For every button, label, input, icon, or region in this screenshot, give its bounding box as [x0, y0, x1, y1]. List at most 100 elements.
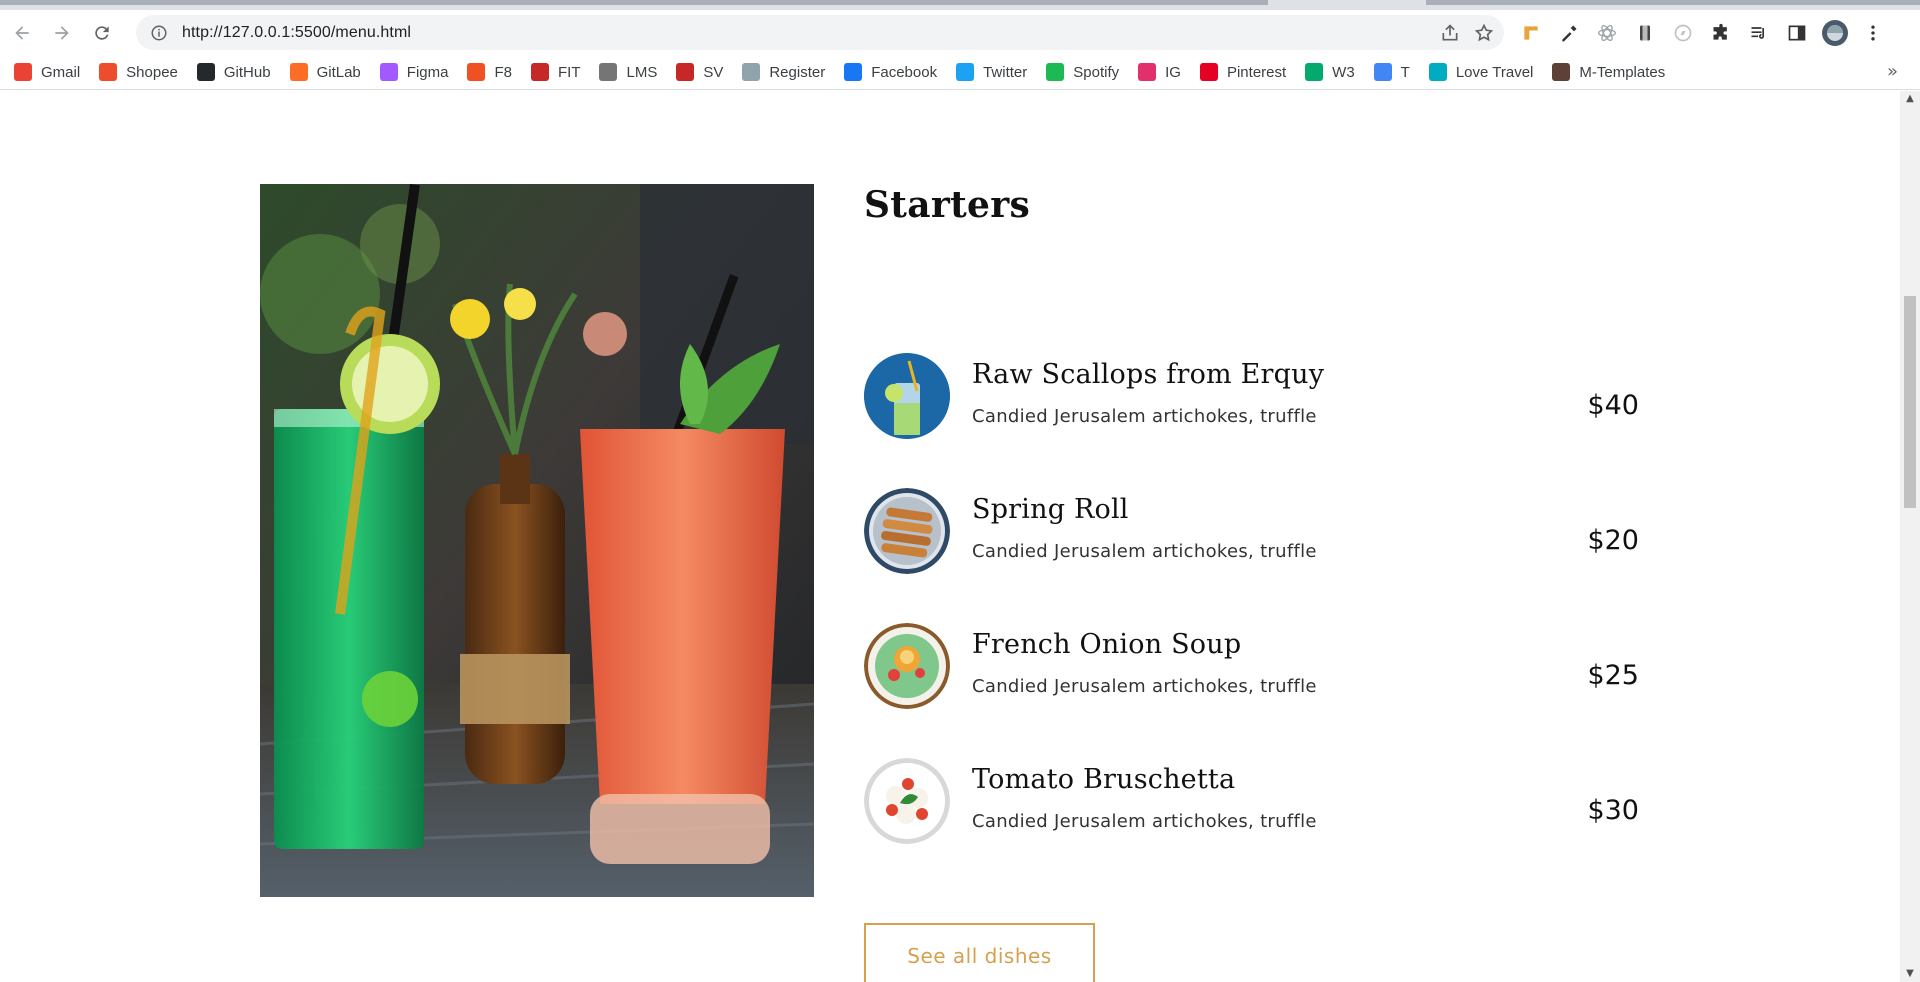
bookmark-gitlab[interactable]: GitLab — [289, 58, 361, 86]
more-bookmarks-button[interactable]: » — [1887, 61, 1898, 82]
spotify-icon — [1046, 63, 1065, 81]
gitlab-icon — [289, 63, 308, 81]
dish-price: $40 — [1587, 390, 1639, 421]
bookmark-label: GitLab — [316, 63, 361, 81]
w3-icon — [1305, 63, 1324, 81]
dish-description: Candied Jerusalem artichokes, truffle — [972, 811, 1317, 832]
caprese-plate-image — [864, 758, 950, 844]
bookmark-ig[interactable]: IG — [1138, 58, 1181, 86]
bookmark-label: FIT — [557, 63, 581, 81]
bookmark-facebook[interactable]: Facebook — [844, 58, 937, 86]
dish-name: French Onion Soup — [972, 629, 1242, 660]
sv-icon — [676, 63, 695, 81]
bookmark-github[interactable]: GitHub — [196, 58, 271, 86]
bookmark-label: Register — [769, 63, 826, 81]
bookmark-label: GitHub — [223, 63, 271, 81]
bookmark-label: Spotify — [1073, 63, 1120, 81]
extension-eyedropper-icon[interactable] — [1550, 14, 1588, 52]
facebook-icon — [844, 63, 863, 81]
extensions-area — [1512, 10, 1892, 55]
gmail-icon — [14, 63, 32, 81]
scrollbar-thumb[interactable] — [1904, 296, 1916, 508]
menu-item[interactable]: Tomato Bruschetta Candied Jerusalem arti… — [864, 758, 1639, 858]
bookmark-w3[interactable]: W3 — [1305, 58, 1355, 86]
bookmark-label: F8 — [494, 63, 512, 81]
extension-ruler-icon[interactable] — [1512, 14, 1550, 52]
bookmark-register[interactable]: Register — [742, 58, 825, 86]
bookmark-gmail[interactable]: Gmail — [14, 58, 80, 86]
active-tab-edge[interactable] — [0, 0, 1268, 5]
dish-price: $25 — [1587, 660, 1639, 691]
back-button[interactable] — [4, 15, 40, 51]
bookmark-label: Pinterest — [1226, 63, 1287, 81]
dish-name: Spring Roll — [972, 494, 1129, 525]
page-scrollbar[interactable]: ▲ ▼ — [1900, 91, 1920, 982]
bookmark-spotify[interactable]: Spotify — [1046, 58, 1119, 86]
bookmark-label: W3 — [1332, 63, 1355, 81]
bookmark-sv[interactable]: SV — [676, 58, 723, 86]
reload-button[interactable] — [84, 15, 120, 51]
reload-icon — [95, 25, 109, 40]
tab-strip — [0, 0, 1920, 10]
bookmark-f8[interactable]: F8 — [467, 58, 512, 86]
menu-item[interactable]: French Onion Soup Candied Jerusalem arti… — [864, 623, 1639, 723]
bookmarks-bar: Gmail Shopee GitHub GitLab Figma F8 FIT LMS SV Re… — [0, 55, 1920, 90]
dish-thumbnail — [864, 623, 950, 709]
bookmark-label: T — [1400, 63, 1410, 81]
bookmark-label: SV — [703, 63, 724, 81]
bookmark-figma[interactable]: Figma — [379, 58, 449, 86]
twitter-icon — [956, 63, 975, 81]
bookmark-m-templates[interactable]: M-Templates — [1552, 58, 1665, 86]
lms-icon — [599, 63, 618, 81]
mojito-image — [864, 353, 950, 439]
see-all-dishes-button[interactable]: See all dishes — [864, 923, 1095, 982]
bookmark-twitter[interactable]: Twitter — [956, 58, 1027, 86]
url-text[interactable]: http://127.0.0.1:5500/menu.html — [182, 24, 411, 42]
menu-item[interactable]: Raw Scallops from Erquy Candied Jerusale… — [864, 353, 1639, 453]
love-travel-icon — [1428, 63, 1447, 81]
bookmark-label: Twitter — [983, 63, 1028, 81]
github-icon — [196, 63, 215, 81]
address-bar[interactable]: http://127.0.0.1:5500/menu.html — [136, 15, 1504, 50]
bookmark-t[interactable]: T — [1373, 58, 1410, 86]
extension-dark-icon[interactable] — [1626, 14, 1664, 52]
extension-compass-icon[interactable] — [1664, 14, 1702, 52]
profile-avatar[interactable] — [1816, 14, 1854, 52]
inactive-tab-edge[interactable] — [1426, 0, 1920, 5]
spring-rolls-image — [864, 488, 950, 574]
bookmark-label: Love Travel — [1455, 63, 1534, 81]
instagram-icon — [1138, 63, 1157, 81]
bookmark-pinterest[interactable]: Pinterest — [1199, 58, 1287, 86]
scroll-up-arrow-icon[interactable]: ▲ — [1905, 94, 1915, 104]
bookmark-label: M-Templates — [1579, 63, 1666, 81]
bookmark-love-travel[interactable]: Love Travel — [1428, 58, 1534, 86]
menu-item[interactable]: Spring Roll Candied Jerusalem artichokes… — [864, 488, 1639, 588]
extensions-puzzle-icon[interactable] — [1702, 14, 1740, 52]
bookmark-fit[interactable]: FIT — [530, 58, 581, 86]
salad-plate-image — [864, 623, 950, 709]
dish-price: $20 — [1587, 525, 1639, 556]
reading-list-icon[interactable] — [1740, 14, 1778, 52]
bookmark-lms[interactable]: LMS — [599, 58, 657, 86]
share-icon[interactable] — [1438, 21, 1462, 45]
bookmark-star-icon[interactable] — [1472, 21, 1496, 45]
shopee-icon — [99, 63, 118, 81]
bookmark-shopee[interactable]: Shopee — [99, 58, 178, 86]
side-panel-icon[interactable] — [1778, 14, 1816, 52]
arrow-left-icon — [15, 25, 29, 40]
browser-menu-icon[interactable] — [1854, 14, 1892, 52]
dish-description: Candied Jerusalem artichokes, truffle — [972, 406, 1317, 427]
browser-toolbar: http://127.0.0.1:5500/menu.html — [0, 10, 1920, 55]
scroll-down-arrow-icon[interactable]: ▼ — [1905, 969, 1915, 979]
dish-description: Candied Jerusalem artichokes, truffle — [972, 676, 1317, 697]
bookmark-label: Shopee — [126, 63, 178, 81]
drinks-photo — [260, 184, 814, 897]
section-title: Starters — [864, 184, 1031, 226]
forward-button[interactable] — [44, 15, 80, 51]
dish-thumbnail — [864, 758, 950, 844]
site-info-icon[interactable] — [150, 24, 168, 42]
fit-icon — [530, 63, 549, 81]
bookmark-label: Figma — [406, 63, 449, 81]
extension-react-icon[interactable] — [1588, 14, 1626, 52]
dish-description: Candied Jerusalem artichokes, truffle — [972, 541, 1317, 562]
